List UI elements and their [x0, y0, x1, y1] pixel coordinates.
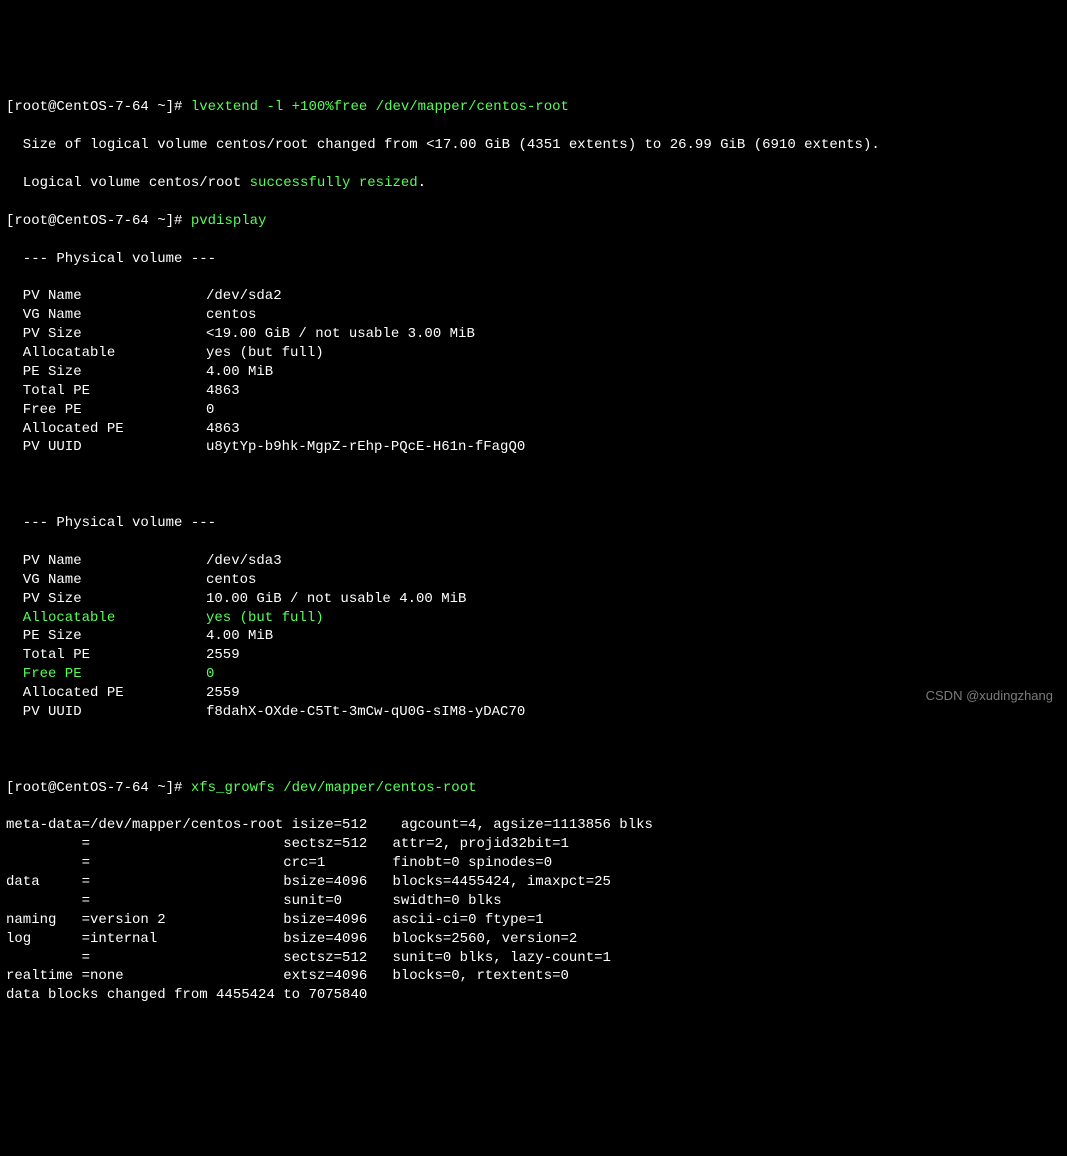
pv2-block: PV Name/dev/sda3 VG Namecentos PV Size10…: [6, 552, 1061, 722]
pv-row: Total PE4863: [6, 382, 1061, 401]
pv-row: Allocated PE2559: [6, 684, 1061, 703]
output-line: = crc=1 finobt=0 spinodes=0: [6, 854, 1061, 873]
output-line: = sectsz=512 attr=2, projid32bit=1: [6, 835, 1061, 854]
success-text: successfully resized: [250, 175, 418, 191]
output-line: = sunit=0 swidth=0 blks: [6, 892, 1061, 911]
output-line: data blocks changed from 4455424 to 7075…: [6, 986, 1061, 1005]
pv-row: Free PE0: [6, 665, 1061, 684]
output-line: log =internal bsize=4096 blocks=2560, ve…: [6, 930, 1061, 949]
shell-prompt: [root@CentOS-7-64 ~]#: [6, 213, 182, 229]
output-line: = sectsz=512 sunit=0 blks, lazy-count=1: [6, 949, 1061, 968]
shell-prompt: [root@CentOS-7-64 ~]#: [6, 99, 182, 115]
output-line: Size of logical volume centos/root chang…: [6, 136, 1061, 155]
blank-line: [6, 476, 1061, 495]
pv-row: PV Name/dev/sda2: [6, 287, 1061, 306]
output-line: Logical volume centos/root: [6, 175, 250, 191]
output-line: naming =version 2 bsize=4096 ascii-ci=0 …: [6, 911, 1061, 930]
pv-row: Free PE0: [6, 401, 1061, 420]
pv-row: PV UUIDf8dahX-OXde-C5Tt-3mCw-qU0G-sIM8-y…: [6, 703, 1061, 722]
command-2: pvdisplay: [191, 213, 267, 229]
pv-row: PV Size10.00 GiB / not usable 4.00 MiB: [6, 590, 1061, 609]
pv1-block: PV Name/dev/sda2 VG Namecentos PV Size<1…: [6, 287, 1061, 457]
output-line: data = bsize=4096 blocks=4455424, imaxpc…: [6, 873, 1061, 892]
pv-header: --- Physical volume ---: [6, 514, 1061, 533]
pv-row: PV Size<19.00 GiB / not usable 3.00 MiB: [6, 325, 1061, 344]
pv-header: --- Physical volume ---: [6, 250, 1061, 269]
shell-prompt: [root@CentOS-7-64 ~]#: [6, 780, 182, 796]
command-1: lvextend -l +100%free /dev/mapper/centos…: [191, 99, 569, 115]
pv-row: VG Namecentos: [6, 571, 1061, 590]
terminal-output: [root@CentOS-7-64 ~]# lvextend -l +100%f…: [6, 80, 1061, 1025]
pv-row: Allocatableyes (but full): [6, 344, 1061, 363]
pv-row: PV Name/dev/sda3: [6, 552, 1061, 571]
output-line: realtime =none extsz=4096 blocks=0, rtex…: [6, 967, 1061, 986]
pv-row: VG Namecentos: [6, 306, 1061, 325]
growfs-output: meta-data=/dev/mapper/centos-root isize=…: [6, 816, 1061, 1005]
pv-row: PE Size4.00 MiB: [6, 363, 1061, 382]
pv-row: Allocated PE4863: [6, 420, 1061, 439]
pv-row: Total PE2559: [6, 646, 1061, 665]
watermark: CSDN @xudingzhang: [926, 687, 1053, 705]
command-3: xfs_growfs /dev/mapper/centos-root: [191, 780, 477, 796]
pv-row: PE Size4.00 MiB: [6, 627, 1061, 646]
output-line: meta-data=/dev/mapper/centos-root isize=…: [6, 816, 1061, 835]
blank-line: [6, 741, 1061, 760]
pv-row: PV UUIDu8ytYp-b9hk-MgpZ-rEhp-PQcE-H61n-f…: [6, 438, 1061, 457]
pv-row: Allocatableyes (but full): [6, 609, 1061, 628]
